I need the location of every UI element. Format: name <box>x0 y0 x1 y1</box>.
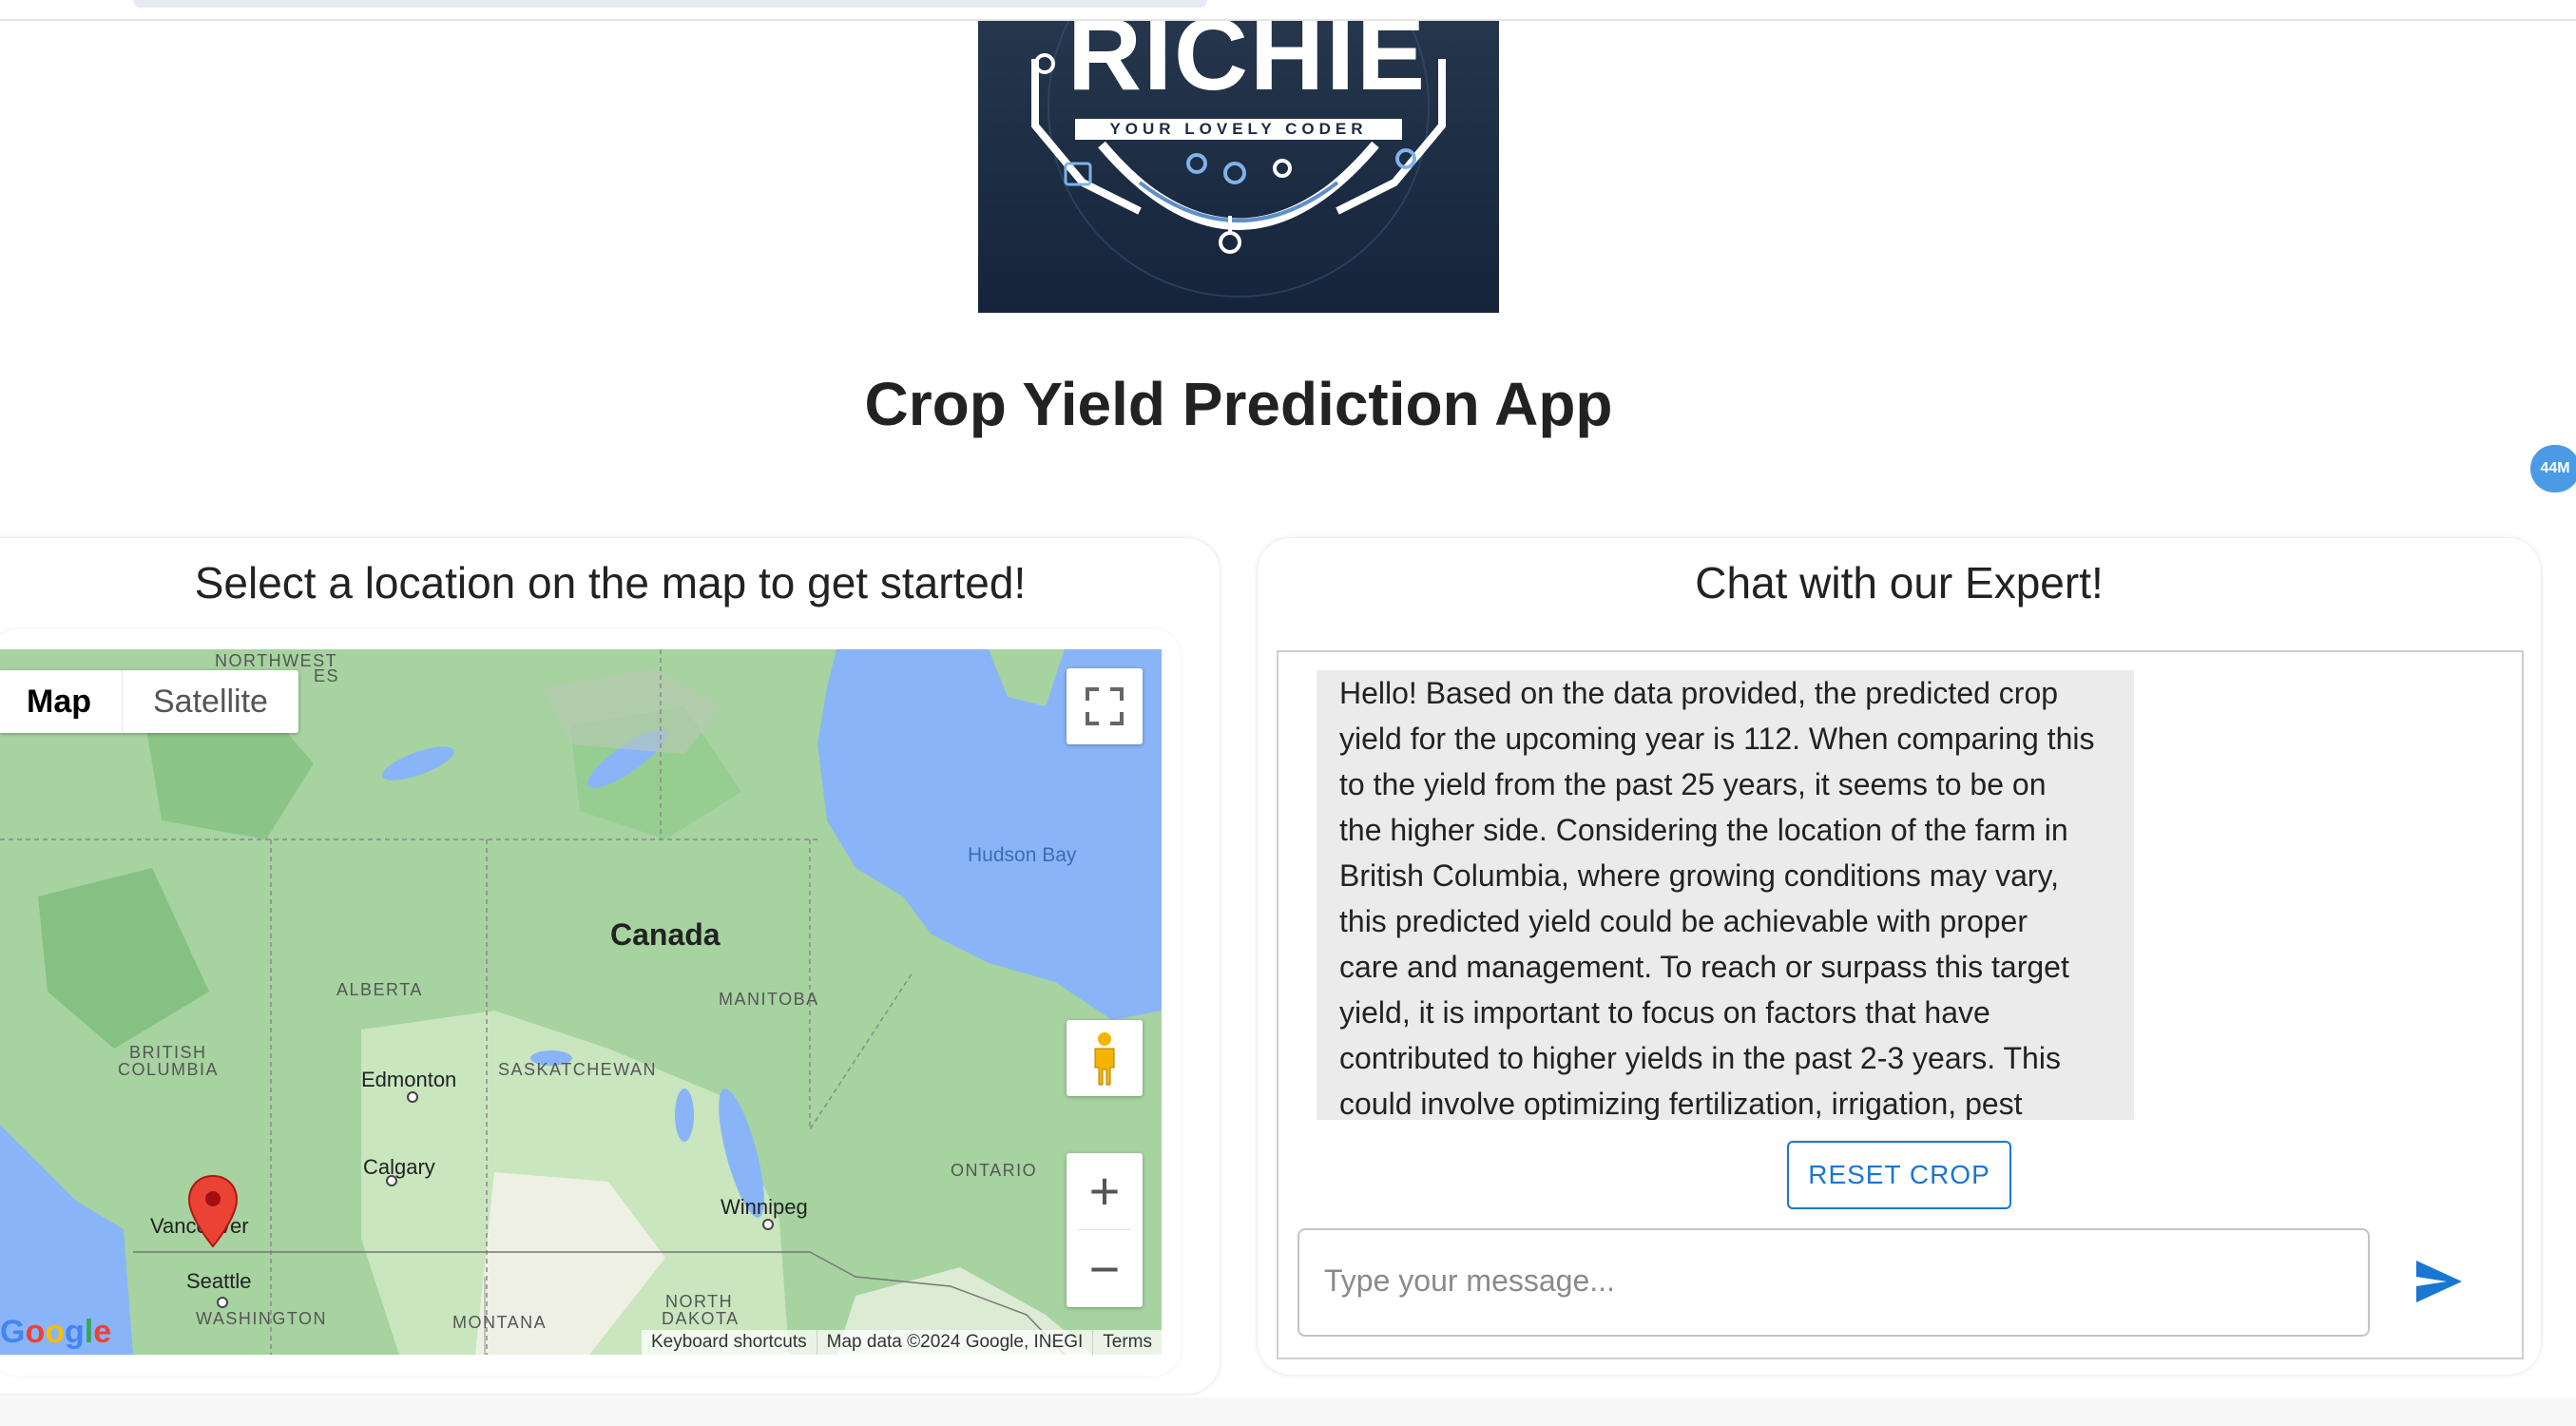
pegman-icon <box>1094 1032 1115 1086</box>
richie-logo: RICHIE YOUR LOVELY CODER <box>978 21 1499 313</box>
keyboard-shortcuts-link[interactable]: Keyboard shortcuts <box>642 1330 817 1355</box>
label-winnipeg: Winnipeg <box>721 1195 808 1219</box>
google-map[interactable]: NORTHWEST ES Hudson Bay Canada ALBERTA M… <box>0 649 1162 1355</box>
label-dakota: DAKOTA <box>662 1309 740 1328</box>
message-line: this predicted yield could be achievable… <box>1339 904 2028 938</box>
message-line: Hello! Based on the data provided, the p… <box>1339 676 2059 710</box>
assistant-message: Hello! Based on the data provided, the p… <box>1317 670 2134 1120</box>
extension-badge[interactable]: 44M <box>2530 445 2576 492</box>
label-alberta: ALBERTA <box>336 980 423 999</box>
label-calgary: Calgary <box>363 1155 435 1179</box>
message-input-field[interactable] <box>1298 1228 2375 1337</box>
fullscreen-icon <box>1086 687 1124 725</box>
map-data-text: Map data ©2024 Google, INEGI <box>816 1330 1093 1355</box>
message-line: could involve optimizing fertilization, … <box>1339 1087 2023 1120</box>
label-saskatchewan: SASKATCHEWAN <box>498 1060 658 1079</box>
logo-tagline: YOUR LOVELY CODER <box>1109 120 1368 138</box>
page-bottom-strip <box>0 1397 2576 1426</box>
chat-panel-title: Chat with our Expert! <box>1695 558 2104 607</box>
label-seattle: Seattle <box>186 1269 252 1293</box>
message-line: the higher side. Considering the locatio… <box>1339 813 2068 847</box>
label-ontario: ONTARIO <box>951 1161 1038 1180</box>
location-marker-icon[interactable] <box>187 1174 239 1250</box>
zoom-in-button[interactable]: + <box>1067 1153 1143 1229</box>
zoom-separator <box>1078 1229 1131 1230</box>
label-canada: Canada <box>610 917 721 952</box>
logo-wordmark: RICHIE <box>1067 21 1428 111</box>
page-title: Crop Yield Prediction App <box>864 370 1613 438</box>
message-line: yield, it is important to focus on facto… <box>1339 995 1990 1030</box>
message-line: yield for the upcoming year is 112. When… <box>1339 722 2095 756</box>
map-type-control: Map Satellite <box>0 670 298 733</box>
label-hudson-bay: Hudson Bay <box>968 844 1077 866</box>
zoom-control: + − <box>1067 1153 1143 1307</box>
google-logo: Google <box>0 1314 112 1350</box>
map-type-map-button[interactable]: Map <box>0 670 123 733</box>
browser-top-pill <box>133 0 1207 8</box>
map-attribution: Keyboard shortcuts Map data ©2024 Google… <box>641 1330 1162 1355</box>
map-type-satellite-button[interactable]: Satellite <box>123 670 298 733</box>
zoom-out-button[interactable]: − <box>1067 1231 1143 1307</box>
label-washington: WASHINGTON <box>196 1309 328 1328</box>
message-line: to the yield from the past 25 years, it … <box>1339 767 2047 801</box>
map-panel-title: Select a location on the map to get star… <box>194 558 1027 607</box>
message-line: British Columbia, where growing conditio… <box>1339 858 2060 893</box>
label-territories: ES <box>314 666 340 685</box>
message-line: care and management. To reach or surpass… <box>1339 950 2069 984</box>
fullscreen-button[interactable] <box>1067 668 1143 744</box>
send-icon[interactable] <box>2413 1255 2466 1308</box>
message-line: contributed to higher yields in the past… <box>1339 1041 2061 1075</box>
label-columbia: COLUMBIA <box>118 1060 220 1079</box>
message-input[interactable] <box>1299 1230 2375 1331</box>
label-edmonton: Edmonton <box>361 1068 457 1091</box>
street-view-button[interactable] <box>1067 1020 1143 1096</box>
label-montana: MONTANA <box>452 1313 548 1332</box>
reset-crop-button[interactable]: RESET CROP <box>1787 1141 2011 1209</box>
terms-link[interactable]: Terms <box>1092 1330 1162 1355</box>
label-manitoba: MANITOBA <box>719 990 819 1009</box>
